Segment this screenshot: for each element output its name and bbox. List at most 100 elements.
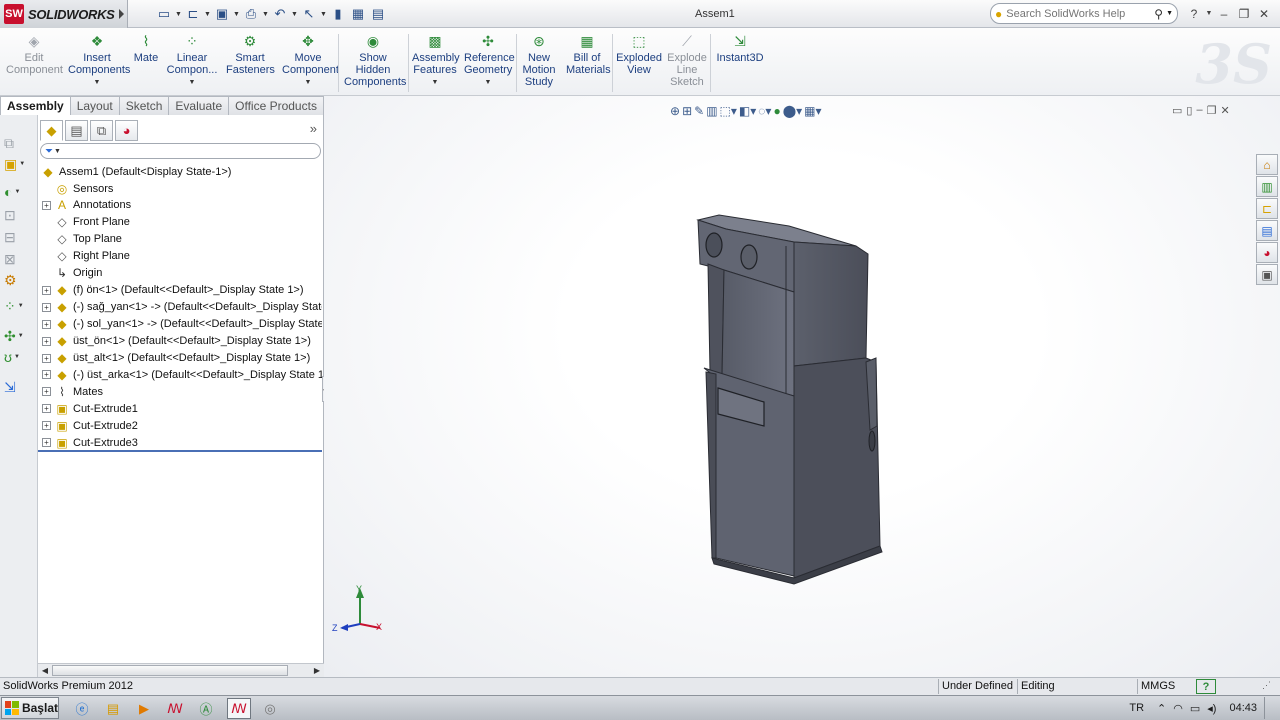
- feature-manager-tab-icon[interactable]: ◆: [40, 120, 63, 141]
- print-dropdown-icon[interactable]: ▼: [261, 11, 270, 18]
- linear-component-pattern-dropdown-icon[interactable]: ▼: [166, 77, 218, 89]
- unit-system-selector[interactable]: MMGS ▲: [1137, 679, 1189, 705]
- fasteners-tool-icon[interactable]: ⚙: [4, 270, 34, 290]
- resize-grip-icon[interactable]: ⋰: [1262, 680, 1271, 691]
- filter-dropdown-icon[interactable]: ▼: [54, 148, 61, 155]
- new-motion-study-button[interactable]: ⊛ New Motion Study: [522, 32, 556, 88]
- graphics-area[interactable]: ⊕ ⊞ ✎ ▥ ⬚▾ ◧▾ ◌▾ ● ⬤▾ ▦▾ ▭ ▯ – ❐ ✕ ⌂ ▥ ⊏…: [324, 96, 1280, 677]
- configuration-manager-tab-icon[interactable]: ⧉: [90, 120, 113, 141]
- move-component-button[interactable]: ✥ Move Component ▼: [282, 32, 339, 89]
- tab-assembly[interactable]: Assembly: [0, 96, 71, 115]
- autodesk-taskbar-icon[interactable]: Ⓐ: [194, 698, 218, 719]
- solidworks-taskbar-icon[interactable]: ꟿ: [163, 698, 187, 719]
- tree-item[interactable]: ◇ Front Plane: [42, 214, 130, 231]
- instant3d-button[interactable]: ⇲ Instant3D: [716, 32, 764, 64]
- tree-item[interactable]: + ◆ üst_ön<1> (Default<<Default>_Display S…: [42, 333, 311, 350]
- quick-tips-help-icon[interactable]: ?: [1196, 679, 1216, 694]
- horizontal-scrollbar[interactable]: ◀ ▶: [38, 663, 324, 677]
- expand-node-icon[interactable]: +: [42, 302, 51, 312]
- property-manager-tab-icon[interactable]: ▤: [65, 120, 88, 141]
- menu-expand-arrow-icon[interactable]: [119, 9, 124, 19]
- file-properties-icon[interactable]: ▦: [348, 5, 368, 23]
- show-desktop-button[interactable]: [1264, 697, 1272, 719]
- tab-office-products[interactable]: Office Products: [228, 96, 324, 115]
- internet-explorer-icon[interactable]: ⓔ: [70, 698, 94, 719]
- expand-panel-icon[interactable]: »: [310, 121, 317, 136]
- assembly-features-button[interactable]: ▩ Assembly Features ▼: [412, 32, 460, 89]
- expand-node-icon[interactable]: +: [42, 404, 51, 414]
- assembly-model[interactable]: [324, 96, 1280, 677]
- reference-geometry-dropdown-icon[interactable]: ▼: [464, 77, 512, 89]
- new-document-icon[interactable]: ▭: [154, 5, 174, 23]
- tree-item[interactable]: + ◆ (f) ön<1> (Default<<Default>_Display S…: [42, 282, 304, 299]
- tree-item[interactable]: ◇ Right Plane: [42, 248, 130, 265]
- insert-tool-icon[interactable]: ◐ ▼: [4, 182, 34, 202]
- insert-components-dropdown-icon[interactable]: ▼: [68, 77, 126, 89]
- help-search-field[interactable]: ● ⚲ ▼: [990, 3, 1178, 24]
- undo-dropdown-icon[interactable]: ▼: [290, 11, 299, 18]
- expand-node-icon[interactable]: +: [42, 387, 51, 397]
- select-pointer-icon[interactable]: ↖: [299, 5, 319, 23]
- scrollbar-thumb[interactable]: [52, 665, 288, 676]
- tab-sketch[interactable]: Sketch: [118, 96, 170, 115]
- expand-node-icon[interactable]: +: [42, 421, 51, 431]
- tree-item[interactable]: ◎ Sensors: [42, 180, 114, 197]
- undo-icon[interactable]: ↶: [270, 5, 290, 23]
- start-button[interactable]: Başlat: [1, 697, 59, 719]
- assembly-features-dropdown-icon[interactable]: ▼: [412, 77, 458, 89]
- tree-item[interactable]: + ▣ Cut-Extrude3: [42, 434, 138, 450]
- wifi-icon[interactable]: ◠: [1173, 702, 1183, 715]
- instant3d-tool-icon[interactable]: ⇲: [4, 377, 34, 397]
- insert-components-button[interactable]: ❖ Insert Components ▼: [68, 32, 130, 89]
- tree-item[interactable]: + ◆ (-) sol_yan<1> -> (Default<<Default>_D…: [42, 316, 322, 333]
- show-hidden-components-button[interactable]: ◉ Show Hidden Components: [344, 32, 406, 88]
- curve-tool-icon[interactable]: ʊ ▼: [4, 347, 34, 367]
- select-pointer-dropdown-icon[interactable]: ▼: [319, 11, 328, 18]
- tree-item[interactable]: + ◆ (-) sağ_yan<1> -> (Default<<Default>_D…: [42, 299, 322, 316]
- rebuild-icon[interactable]: ▮: [328, 5, 348, 23]
- linear-component-pattern-button[interactable]: ⁘ Linear Compon... ▼: [166, 32, 218, 89]
- scroll-left-icon[interactable]: ◀: [38, 664, 52, 677]
- pattern-tool-icon[interactable]: ⁘ ▼: [4, 296, 34, 316]
- app-taskbar-icon[interactable]: ◎: [258, 698, 282, 719]
- tab-evaluate[interactable]: Evaluate: [168, 96, 230, 115]
- help-dropdown-icon[interactable]: ▼: [1204, 5, 1214, 22]
- clock[interactable]: 04:43: [1229, 702, 1257, 714]
- print-icon[interactable]: ⎙: [241, 5, 261, 23]
- component-tool-icon[interactable]: ▣ ▼: [4, 154, 34, 174]
- solidworks-active-window-icon[interactable]: ꟿ: [227, 698, 251, 719]
- expand-node-icon[interactable]: +: [42, 285, 51, 295]
- tree-item[interactable]: + ▣ Cut-Extrude2: [42, 417, 138, 434]
- options-icon[interactable]: ▤: [368, 5, 388, 23]
- help-search-input[interactable]: [1006, 7, 1137, 20]
- tree-item[interactable]: + ◆ üst_alt<1> (Default<<Default>_Display …: [42, 350, 310, 367]
- open-folder-dropdown-icon[interactable]: ▼: [203, 11, 212, 18]
- expand-node-icon[interactable]: +: [42, 336, 51, 346]
- bill-of-materials-button[interactable]: ▦ Bill of Materials: [566, 32, 611, 76]
- tree-item[interactable]: + A Annotations: [42, 197, 131, 214]
- mate-button[interactable]: ⌇ Mate: [132, 32, 160, 64]
- expand-node-icon[interactable]: +: [42, 200, 51, 210]
- solidworks-menu-button[interactable]: SW SOLIDWORKS: [0, 0, 128, 28]
- show-hidden-icons-icon[interactable]: ⌃: [1157, 702, 1166, 715]
- volume-icon[interactable]: ◂): [1207, 702, 1216, 715]
- new-document-dropdown-icon[interactable]: ▼: [174, 11, 183, 18]
- tree-item[interactable]: ◇ Top Plane: [42, 231, 122, 248]
- save-dropdown-icon[interactable]: ▼: [232, 11, 241, 18]
- windows-explorer-icon[interactable]: ▤: [101, 698, 125, 719]
- expand-node-icon[interactable]: +: [42, 353, 51, 363]
- network-icon[interactable]: ▭: [1190, 702, 1200, 715]
- minimize-icon[interactable]: –: [1214, 5, 1234, 22]
- scroll-right-icon[interactable]: ▶: [310, 664, 324, 677]
- expand-node-icon[interactable]: +: [42, 370, 51, 380]
- tree-item[interactable]: + ◆ (-) üst_arka<1> (Default<<Default>_Dis…: [42, 366, 322, 383]
- media-player-icon[interactable]: ▶: [132, 698, 156, 719]
- tree-item[interactable]: ↳ Origin: [42, 265, 102, 282]
- reference-tool-icon[interactable]: ✣ ▼: [4, 326, 34, 346]
- display-manager-tab-icon[interactable]: ◕: [115, 120, 138, 141]
- filter-funnel-icon[interactable]: ⏷: [45, 146, 53, 157]
- help-question-icon[interactable]: ?: [1184, 5, 1204, 22]
- tree-item[interactable]: + ⌇ Mates: [42, 383, 103, 400]
- move-component-dropdown-icon[interactable]: ▼: [282, 77, 334, 89]
- expand-node-icon[interactable]: +: [42, 319, 51, 329]
